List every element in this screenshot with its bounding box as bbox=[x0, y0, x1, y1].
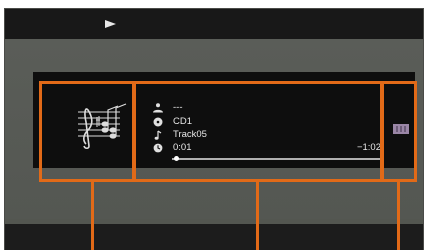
callout-leader-artwork bbox=[91, 182, 94, 250]
status-bar bbox=[5, 9, 423, 39]
play-icon bbox=[105, 20, 116, 28]
callout-leader-track-info bbox=[256, 182, 259, 250]
callout-leader-side-panel bbox=[397, 182, 400, 250]
device-screen: --- CD1 Track05 0:01 −1:02 bbox=[0, 0, 434, 250]
bottom-bar bbox=[5, 224, 423, 250]
callout-track-info bbox=[132, 81, 384, 182]
callout-side-panel bbox=[380, 81, 417, 182]
callout-artwork bbox=[39, 81, 136, 182]
